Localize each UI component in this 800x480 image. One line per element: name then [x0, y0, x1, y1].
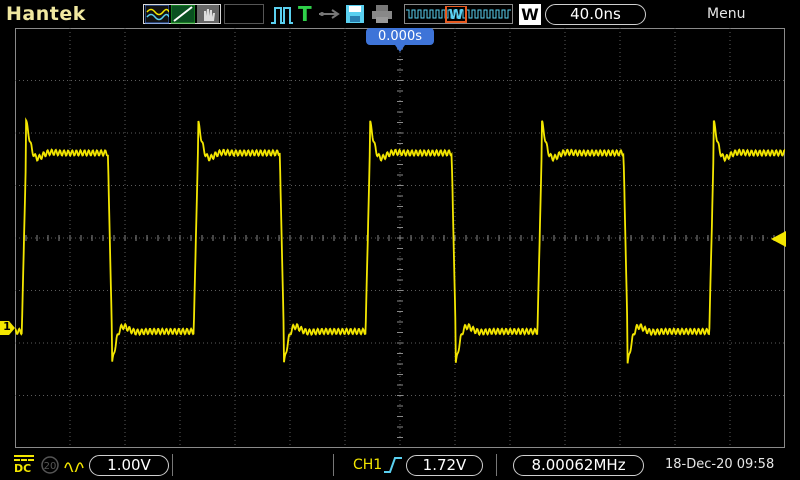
trigger-t-icon[interactable]: T	[298, 2, 312, 26]
top-status-bar: Hantek T W W 40.0ns Menu	[0, 0, 800, 30]
separator	[496, 454, 497, 476]
pulse-trigger-icon[interactable]	[270, 5, 294, 27]
separator	[333, 454, 334, 476]
timebase-display[interactable]: 40.0ns	[545, 4, 646, 25]
waveform-plot-area	[15, 28, 785, 448]
waveform-plot-svg	[15, 28, 785, 448]
rising-edge-icon[interactable]	[383, 456, 403, 474]
blank-status-box	[224, 4, 264, 24]
svg-text:W: W	[449, 8, 463, 23]
coupling-label: DC	[14, 462, 32, 475]
window-mode-indicator[interactable]: W	[519, 4, 541, 25]
dc-coupling-indicator[interactable]: DC	[14, 455, 34, 475]
printer-icon[interactable]	[371, 4, 393, 26]
trigger-level-marker-icon[interactable]	[770, 230, 786, 248]
brand-logo: Hantek	[6, 3, 86, 25]
trigger-level-display[interactable]: 1.72V	[406, 455, 483, 476]
waveform-overview-icon[interactable]: W	[406, 6, 511, 28]
ch1-marker-label: 1	[3, 320, 11, 333]
menu-button[interactable]: Menu	[707, 6, 745, 22]
trigger-source-label[interactable]: CH1	[353, 457, 382, 473]
waveform-display-icon[interactable]	[145, 5, 169, 27]
trigger-edge-icon[interactable]	[171, 5, 195, 27]
svg-text:20: 20	[44, 461, 57, 472]
volts-per-div-display[interactable]: 1.00V	[89, 455, 169, 476]
invert-waveform-icon[interactable]	[64, 456, 84, 472]
frequency-counter-display: 8.00062MHz	[513, 455, 644, 476]
graticule-center-ticks	[15, 28, 785, 448]
trigger-position-marker-icon	[395, 45, 405, 52]
oscilloscope-screen: Hantek T W W 40.0ns Menu 0.000s 1 DC 20 …	[0, 0, 800, 480]
separator	[172, 454, 173, 476]
datetime-display: 18-Dec-20 09:58	[665, 457, 775, 472]
stop-hand-icon[interactable]	[197, 5, 219, 27]
bottom-status-bar: DC 20 1.00V CH1 1.72V 8.00062MHz 18-Dec-…	[0, 450, 800, 480]
usb-icon	[319, 9, 340, 19]
trigger-position-badge[interactable]: 0.000s	[366, 28, 434, 45]
bandwidth-limit-icon[interactable]: 20	[40, 455, 60, 475]
save-disk-icon[interactable]	[345, 4, 365, 26]
